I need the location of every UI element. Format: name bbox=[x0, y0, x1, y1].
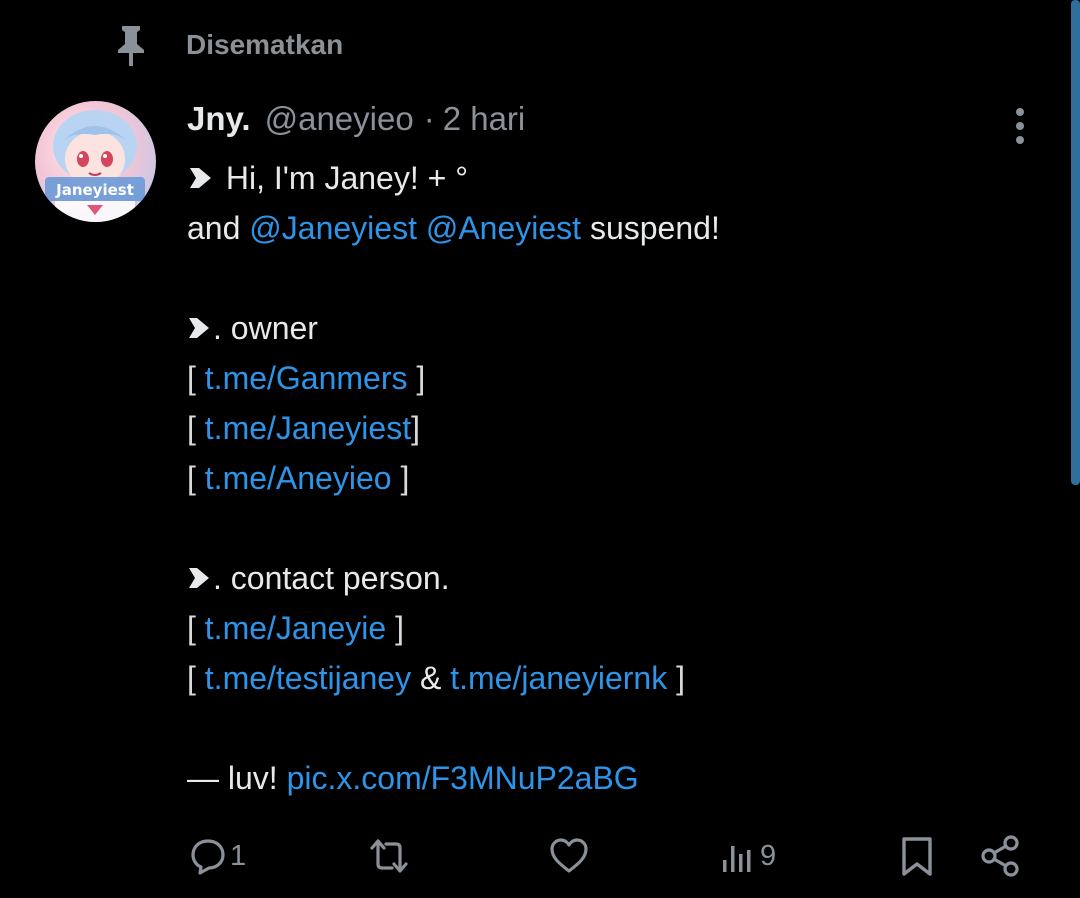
user-handle[interactable]: @aneyieo bbox=[265, 100, 414, 138]
line-signoff: — luv! pic.x.com/F3MNuP2aBG bbox=[187, 753, 1047, 803]
tweet-body: Hi, I'm Janey! + ° and @Janeyiest @Aneyi… bbox=[187, 153, 1047, 803]
share-icon bbox=[981, 835, 1019, 877]
action-bar: 1 9 bbox=[0, 828, 1080, 884]
line-greeting: Hi, I'm Janey! + ° bbox=[187, 153, 1047, 203]
line-contact-heading: . contact person. bbox=[187, 553, 1047, 603]
pin-icon bbox=[112, 22, 150, 68]
open-bracket: [ bbox=[187, 360, 196, 396]
more-vertical-icon bbox=[1016, 108, 1024, 144]
suspend-text: suspend! bbox=[589, 210, 720, 246]
line-owner-link-2: [ t.me/Janeyiest] bbox=[187, 403, 1047, 453]
owner-heading: . owner bbox=[213, 310, 318, 346]
retweet-button[interactable] bbox=[366, 828, 414, 884]
reply-count: 1 bbox=[230, 839, 247, 872]
bullet-arrow-icon bbox=[187, 556, 213, 588]
tweet-page: Disematkan Janeyiest Jny. @aneyieo · 2 h… bbox=[0, 0, 1080, 898]
close-bracket: ] bbox=[400, 460, 410, 496]
bullet-arrow-icon bbox=[187, 156, 217, 188]
link-janeyie[interactable]: t.me/Janeyie bbox=[205, 610, 386, 646]
avatar-logo-text: Janeyiest bbox=[55, 181, 134, 199]
tweet-time[interactable]: 2 hari bbox=[443, 100, 526, 138]
like-button[interactable] bbox=[548, 828, 592, 884]
reply-button[interactable]: 1 bbox=[188, 828, 246, 884]
pinned-indicator: Disematkan bbox=[112, 22, 343, 68]
link-janeyiest[interactable]: t.me/Janeyiest bbox=[205, 410, 411, 446]
line-contact-link-2: [ t.me/testijaney & t.me/janeyiernk ] bbox=[187, 653, 1047, 703]
close-bracket: ] bbox=[676, 660, 685, 696]
link-aneyieo[interactable]: t.me/Aneyieo bbox=[205, 460, 392, 496]
views-button[interactable]: 9 bbox=[718, 828, 776, 884]
line-owner-link-3: [ t.me/Aneyieo ] bbox=[187, 453, 1047, 503]
luv-text: — luv! bbox=[187, 760, 278, 796]
open-bracket: [ bbox=[187, 410, 196, 446]
bookmark-button[interactable] bbox=[897, 828, 937, 884]
analytics-icon bbox=[723, 846, 751, 872]
avatar[interactable]: Janeyiest bbox=[35, 101, 156, 222]
reply-icon bbox=[191, 839, 225, 875]
line-mentions: and @Janeyiest @Aneyiest suspend! bbox=[187, 203, 1047, 253]
views-count: 9 bbox=[760, 839, 777, 872]
line-contact-link-1: [ t.me/Janeyie ] bbox=[187, 603, 1047, 653]
retweet-icon bbox=[370, 839, 408, 873]
pinned-label: Disematkan bbox=[186, 29, 344, 60]
mention-link-janeyiest[interactable]: @Janeyiest bbox=[249, 210, 417, 246]
close-bracket: ] bbox=[395, 610, 404, 646]
open-bracket: [ bbox=[187, 460, 196, 496]
line-owner-heading: . owner bbox=[187, 303, 1047, 353]
share-button[interactable] bbox=[978, 828, 1022, 884]
close-bracket: ] bbox=[411, 410, 420, 446]
link-ganmers[interactable]: t.me/Ganmers bbox=[205, 360, 408, 396]
open-bracket: [ bbox=[187, 610, 196, 646]
link-janeyiernk[interactable]: t.me/janeyiernk bbox=[450, 660, 667, 696]
tweet-header: Jny. @aneyieo · 2 hari bbox=[187, 100, 525, 148]
heart-icon bbox=[550, 838, 588, 873]
mention-link-aneyiest[interactable]: @Aneyiest bbox=[426, 210, 581, 246]
link-testijaney[interactable]: t.me/testijaney bbox=[205, 660, 411, 696]
ampersand: & bbox=[419, 660, 442, 696]
and-text: and bbox=[187, 210, 241, 246]
more-options-button[interactable] bbox=[1006, 104, 1034, 148]
separator-dot: · bbox=[423, 100, 435, 137]
open-bracket: [ bbox=[187, 660, 196, 696]
bullet-arrow-icon bbox=[187, 306, 213, 338]
pic-link[interactable]: pic.x.com/F3MNuP2aBG bbox=[287, 760, 639, 796]
display-name[interactable]: Jny. bbox=[187, 100, 251, 138]
scrollbar[interactable] bbox=[1071, 0, 1080, 485]
greeting-text: Hi, I'm Janey! + ° bbox=[225, 160, 468, 196]
line-owner-link-1: [ t.me/Ganmers ] bbox=[187, 353, 1047, 403]
close-bracket: ] bbox=[416, 360, 426, 396]
contact-heading: . contact person. bbox=[213, 560, 450, 596]
bookmark-icon bbox=[902, 837, 932, 876]
